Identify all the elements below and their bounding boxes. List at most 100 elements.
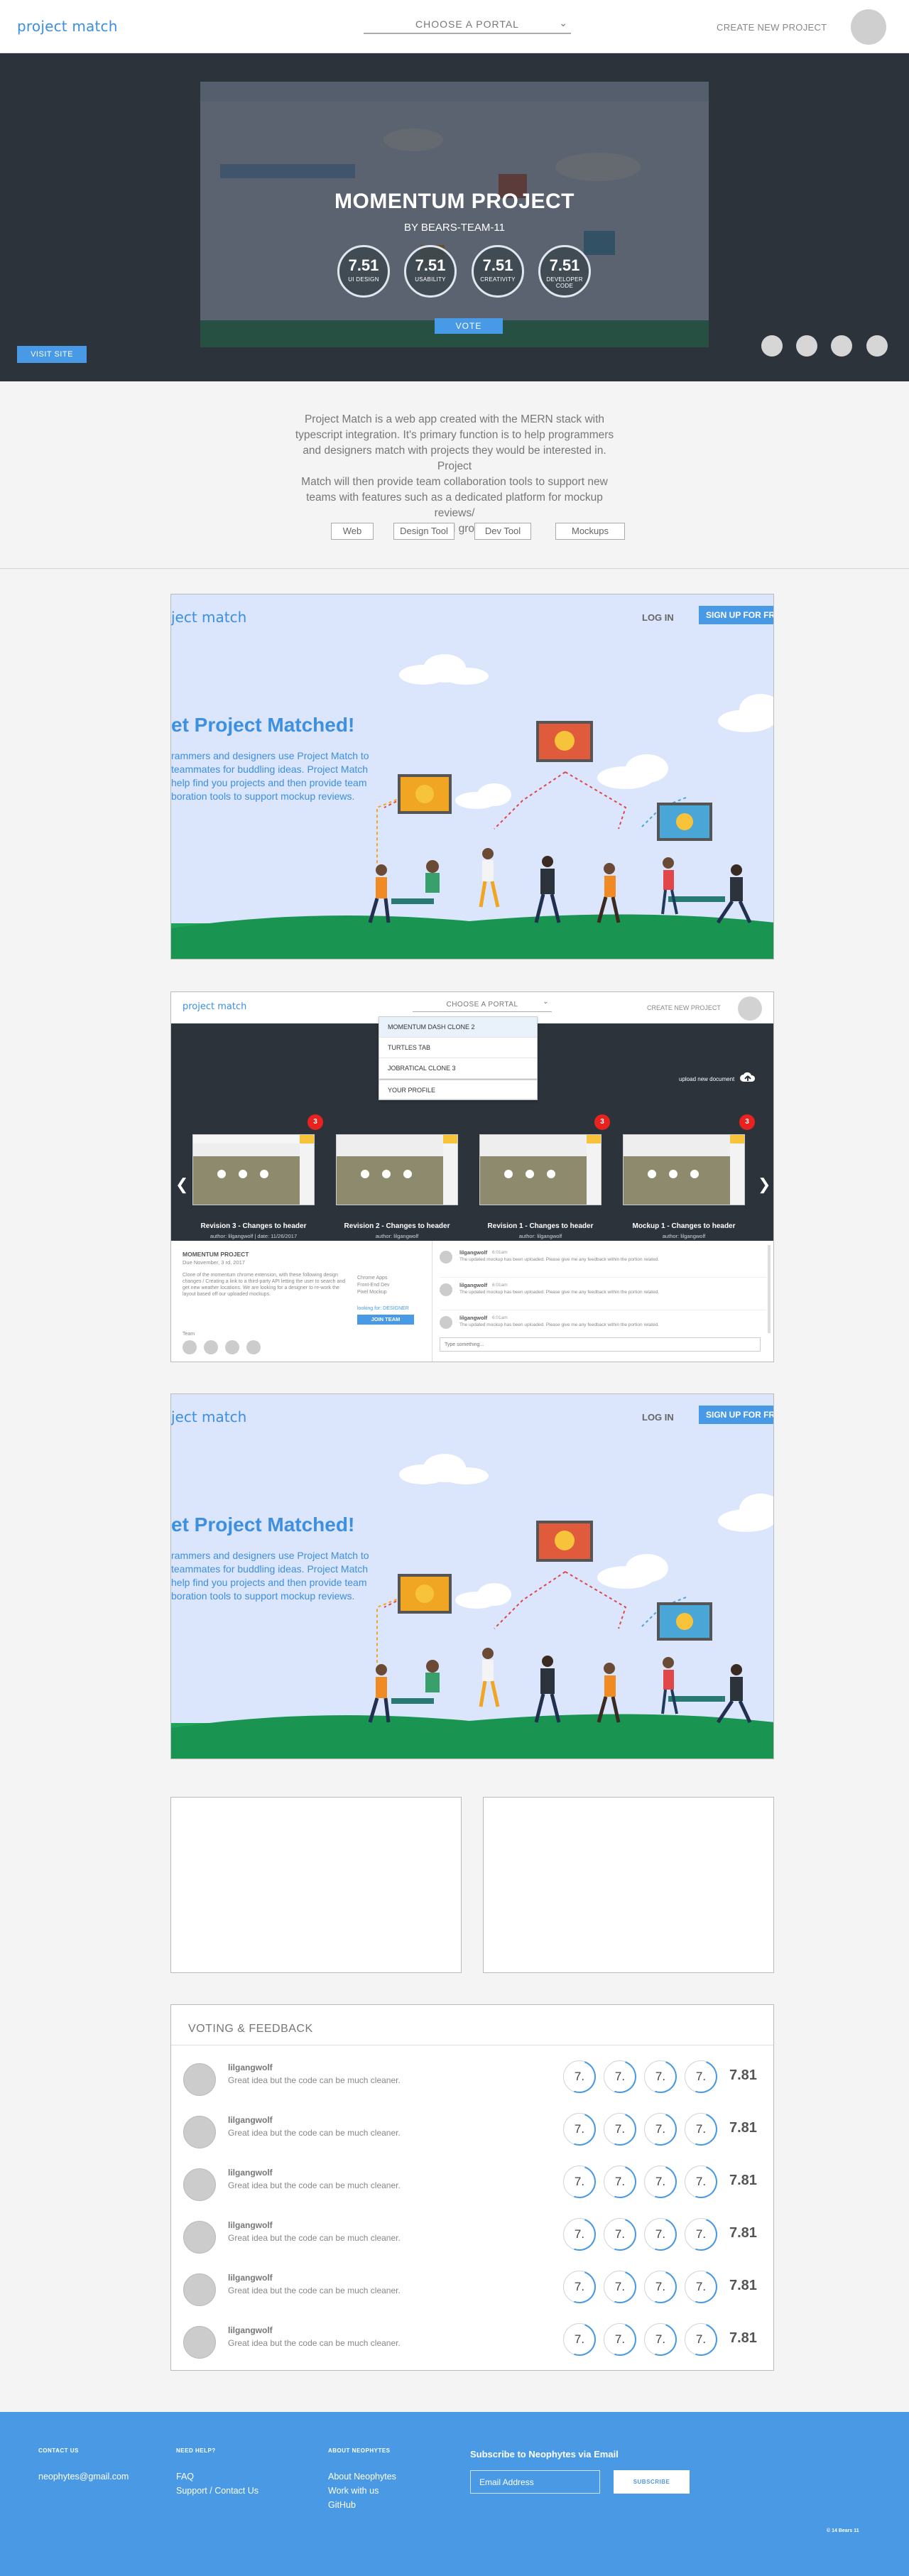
feedback-row: lilgangwolf Great idea but the code can … <box>171 2110 773 2153</box>
email-field[interactable]: Email Address <box>470 2470 600 2494</box>
avatar[interactable] <box>183 2326 216 2359</box>
vote-button[interactable]: VOTE <box>435 318 503 334</box>
tag-design-tool[interactable]: Design Tool <box>393 523 454 540</box>
landing-login-link[interactable]: LOG IN <box>642 1412 674 1423</box>
description-line: typescript integration. It's primary fun… <box>295 429 614 441</box>
top-nav: project match CHOOSE A PORTAL ⌄ CREATE N… <box>0 0 909 53</box>
carousel-dot[interactable] <box>761 335 783 357</box>
team-label: Team <box>183 1332 195 1337</box>
score-circle: 7. <box>604 2113 636 2146</box>
contact-email-link[interactable]: neophytes@gmail.com <box>38 2472 129 2482</box>
upload-label[interactable]: upload new document <box>679 1076 734 1082</box>
app-logo[interactable]: project match <box>183 1001 246 1012</box>
voting-feedback-panel: VOTING & FEEDBACK lilgangwolf Great idea… <box>170 2004 774 2371</box>
avatar <box>440 1283 452 1296</box>
feedback-comment: Great idea but the code can be much clea… <box>228 2286 401 2295</box>
logo[interactable]: project match <box>17 18 118 35</box>
carousel-dot[interactable] <box>831 335 852 357</box>
team-avatar[interactable] <box>246 1340 261 1354</box>
faq-link[interactable]: FAQ <box>176 2472 194 2482</box>
score-circle: 7. <box>563 2323 596 2356</box>
landing-body-line: boration tools to support mockup reviews… <box>171 790 355 802</box>
support-link[interactable]: Support / Contact Us <box>176 2486 258 2496</box>
tag-web[interactable]: Web <box>331 523 374 540</box>
looking-for-label: looking for: DESIGNER <box>357 1306 409 1311</box>
app-preview: project match CHOOSE A PORTAL ⌄ CREATE N… <box>170 991 774 1362</box>
feedback-row: lilgangwolf Great idea but the code can … <box>171 2163 773 2205</box>
chat-time: 6:01am <box>492 1315 508 1320</box>
description-line: Project Match is a web app created with … <box>304 413 605 425</box>
chevron-right-icon[interactable]: ❯ <box>758 1175 771 1194</box>
score-circle: 7. <box>644 2271 677 2303</box>
create-project-link[interactable]: CREATE NEW PROJECT <box>717 22 827 33</box>
feedback-comment: Great idea but the code can be much clea… <box>228 2128 401 2138</box>
landing-logo: ject match <box>171 609 247 626</box>
app-portal-select[interactable]: CHOOSE A PORTAL ⌄ <box>413 996 552 1012</box>
chat-scrollbar[interactable] <box>768 1245 771 1333</box>
dropdown-item[interactable]: TURTLES TAB <box>379 1038 537 1058</box>
avatar[interactable] <box>183 2116 216 2148</box>
tag-mockups[interactable]: Mockups <box>555 523 625 540</box>
landing-body-line: help find you projects and then provide … <box>171 1577 367 1588</box>
chevron-down-icon: ⌄ <box>559 17 568 28</box>
github-link[interactable]: GitHub <box>328 2500 356 2510</box>
score-circle: 7. <box>604 2165 636 2198</box>
portal-select-label: CHOOSE A PORTAL <box>415 18 519 30</box>
avatar[interactable] <box>183 2221 216 2254</box>
landing-mockup: ject match LOG IN SIGN UP FOR FR et Proj… <box>170 594 774 960</box>
help-heading: NEED HELP? <box>176 2447 216 2454</box>
chat-input[interactable] <box>440 1337 761 1352</box>
work-with-us-link[interactable]: Work with us <box>328 2486 379 2496</box>
revision-title[interactable]: Revision 1 - Changes to header <box>477 1222 604 1230</box>
tag-dev-tool[interactable]: Dev Tool <box>474 523 531 540</box>
app-create-link[interactable]: CREATE NEW PROJECT <box>647 1004 721 1011</box>
revision-title[interactable]: Mockup 1 - Changes to header <box>620 1222 748 1230</box>
score-circle: 7. <box>685 2165 717 2198</box>
revision-title[interactable]: Revision 3 - Changes to header <box>190 1222 317 1230</box>
landing-logo: ject match <box>171 1408 247 1425</box>
feedback-row: lilgangwolf Great idea but the code can … <box>171 2320 773 2363</box>
revision-thumbnail[interactable] <box>479 1134 602 1205</box>
join-team-button[interactable]: JOIN TEAM <box>357 1315 414 1325</box>
portal-select[interactable]: CHOOSE A PORTAL ⌄ <box>364 14 571 34</box>
landing-signup-button[interactable]: SIGN UP FOR FR <box>699 1406 773 1424</box>
tech-item: Chrome Apps <box>357 1276 388 1281</box>
revision-thumbnail[interactable] <box>192 1134 315 1205</box>
team-avatar[interactable] <box>225 1340 239 1354</box>
landing-signup-button[interactable]: SIGN UP FOR FR <box>699 606 773 624</box>
landing-login-link[interactable]: LOG IN <box>642 612 674 623</box>
chat-message: lilgangwolf 6:01am The updated mockup ha… <box>440 1249 766 1278</box>
chevron-left-icon[interactable]: ❮ <box>175 1175 188 1194</box>
avatar[interactable] <box>183 2273 216 2306</box>
carousel-dot[interactable] <box>796 335 817 357</box>
revision-title[interactable]: Revision 2 - Changes to header <box>333 1222 461 1230</box>
score-value: 7.51 <box>348 256 379 274</box>
copyright: © 14 Bears 11 <box>827 2528 859 2533</box>
feedback-comment: Great idea but the code can be much clea… <box>228 2338 401 2348</box>
cloud-upload-icon[interactable] <box>739 1069 756 1086</box>
about-link[interactable]: About Neophytes <box>328 2472 396 2482</box>
landing-body-line: teammates for buddling ideas. Project Ma… <box>171 1563 369 1575</box>
dropdown-item[interactable]: MOMENTUM DASH CLONE 2 <box>379 1017 537 1038</box>
score-circle: 7. <box>644 2218 677 2251</box>
avatar[interactable] <box>851 9 886 45</box>
team-avatar[interactable] <box>204 1340 218 1354</box>
revision-thumbnail[interactable] <box>623 1134 745 1205</box>
carousel-dot[interactable] <box>866 335 888 357</box>
subscribe-button[interactable]: SUBSCRIBE <box>614 2470 690 2494</box>
dropdown-item[interactable]: JOBRATICAL CLONE 3 <box>379 1058 537 1079</box>
score-circle: 7. <box>685 2113 717 2146</box>
voting-title: VOTING & FEEDBACK <box>188 2023 313 2035</box>
visit-site-button[interactable]: VISIT SITE <box>17 346 87 363</box>
landing-body-line: teammates for buddling ideas. Project Ma… <box>171 763 369 775</box>
avatar[interactable] <box>183 2168 216 2201</box>
avatar[interactable] <box>738 996 762 1021</box>
score-circle: 7. <box>644 2113 677 2146</box>
footer: CONTACT US neophytes@gmail.com NEED HELP… <box>0 2412 909 2576</box>
team-avatar[interactable] <box>183 1340 197 1354</box>
dropdown-item[interactable]: YOUR PROFILE <box>379 1079 537 1099</box>
landing-mockup: ject match LOG IN SIGN UP FOR FR et Proj… <box>170 1393 774 1759</box>
revision-thumbnail[interactable] <box>336 1134 458 1205</box>
avatar[interactable] <box>183 2063 216 2096</box>
project-due-date: Due November, 3 rd, 2017 <box>183 1259 245 1266</box>
